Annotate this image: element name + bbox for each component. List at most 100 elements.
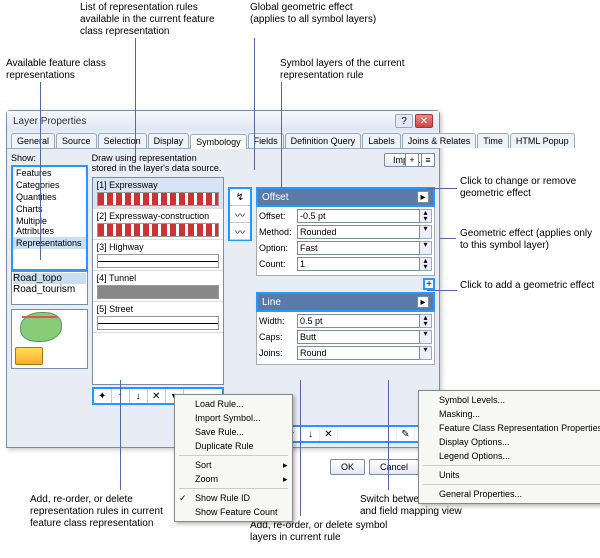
dropdown-icon[interactable]: ▾ (420, 241, 432, 255)
rule-item[interactable]: [3] Highway (93, 240, 223, 271)
list-item[interactable]: Categories (13, 179, 86, 191)
menu-item[interactable]: Save Rule... (175, 425, 292, 439)
add-icon[interactable]: + (405, 153, 419, 167)
menu-item[interactable]: Show Rule ID (175, 491, 292, 505)
dialog-buttons: OK Cancel (330, 459, 419, 475)
menu-item[interactable]: Legend Options... (419, 449, 600, 463)
annotation: List of representation rules available i… (80, 2, 220, 38)
list-item[interactable]: Road_tourism (13, 284, 86, 295)
tab-general[interactable]: General (11, 133, 55, 148)
menu-item[interactable]: Zoom (175, 472, 292, 486)
caps-select[interactable] (297, 330, 420, 344)
preview-db-icon (15, 347, 43, 365)
spinner[interactable]: ▴▾ (420, 257, 432, 271)
list-item[interactable]: Features (13, 167, 86, 179)
rule-item[interactable]: [5] Street (93, 302, 223, 333)
symbol-layer-list[interactable]: ↯ 〰 〰 (228, 187, 252, 241)
rule-context-menu: Load Rule... Import Symbol... Save Rule.… (174, 394, 293, 522)
line-header-label: Line (262, 297, 281, 308)
tab-symbology[interactable]: Symbology (190, 134, 247, 149)
list-item[interactable]: Charts (13, 203, 86, 215)
layer-context-menu: Symbol Levels... Masking... Feature Clas… (418, 390, 600, 504)
cancel-button[interactable]: Cancel (369, 459, 419, 475)
menu-item[interactable]: Sort (175, 458, 292, 472)
menu-item[interactable]: Masking... (419, 407, 600, 421)
preview-line (22, 316, 58, 318)
ok-button[interactable]: OK (330, 459, 365, 475)
tab-source[interactable]: Source (56, 133, 97, 148)
titlebar[interactable]: Layer Properties ? ✕ (7, 111, 439, 131)
menu-item[interactable]: Symbol Levels... (419, 393, 600, 407)
description-text: Draw using representation stored in the … (92, 153, 224, 173)
option-select[interactable] (297, 241, 420, 255)
field-label: Count: (259, 259, 297, 269)
field-label: Option: (259, 243, 297, 253)
rule-label: [5] Street (97, 304, 219, 314)
rule-label: [4] Tunnel (97, 273, 219, 283)
menu-item[interactable]: Feature Class Representation Properties.… (419, 421, 600, 435)
menu-separator (179, 455, 288, 456)
tab-display[interactable]: Display (148, 133, 190, 148)
menu-item[interactable]: Load Rule... (175, 397, 292, 411)
field-label: Offset: (259, 211, 297, 221)
method-select[interactable] (297, 225, 420, 239)
rule-label: [2] Expressway-construction (97, 211, 219, 221)
symbol-layer-1[interactable]: 〰 (230, 206, 250, 223)
list-item[interactable]: Representations (13, 237, 86, 249)
menu-item[interactable]: Import Symbol... (175, 411, 292, 425)
list-item[interactable]: Road_topo (13, 273, 86, 284)
close-button[interactable]: ✕ (415, 114, 433, 128)
annotation: Geometric effect (applies only to this s… (460, 228, 600, 252)
move-down-button[interactable]: ↓ (130, 389, 148, 403)
rule-item[interactable]: [2] Expressway-construction (93, 209, 223, 240)
menu-separator (179, 488, 288, 489)
menu-item[interactable]: Show Feature Count (175, 505, 292, 519)
tab-labels[interactable]: Labels (362, 133, 401, 148)
joins-select[interactable] (297, 346, 420, 360)
add-rule-button[interactable]: ✦ (94, 389, 112, 403)
field-mapping-view-button[interactable]: ✎ (397, 427, 415, 441)
delete-rule-button[interactable]: ✕ (148, 389, 166, 403)
global-effect-button[interactable]: ↯ (230, 189, 250, 206)
list-item[interactable]: Multiple Attributes (13, 215, 86, 237)
delete-layer-button[interactable]: ✕ (320, 427, 338, 441)
fx-icon[interactable]: ≡ (421, 153, 435, 167)
tab-joins-relates[interactable]: Joins & Relates (402, 133, 477, 148)
change-effect-button[interactable]: ▸ (417, 191, 429, 203)
dropdown-icon[interactable]: ▾ (420, 330, 432, 344)
count-input[interactable] (297, 257, 420, 271)
rule-item[interactable]: [4] Tunnel (93, 271, 223, 302)
representation-list[interactable]: Road_topo Road_tourism (11, 271, 88, 305)
menu-item[interactable]: Display Options... (419, 435, 600, 449)
dropdown-icon[interactable]: ▾ (420, 346, 432, 360)
change-effect-button[interactable]: ▸ (417, 296, 429, 308)
offset-header[interactable]: Offset ▸ (256, 187, 435, 207)
menu-item[interactable]: Duplicate Rule (175, 439, 292, 453)
spinner[interactable]: ▴▾ (420, 209, 432, 223)
rule-label: [3] Highway (97, 242, 219, 252)
spinner[interactable]: ▴▾ (420, 314, 432, 328)
menu-item[interactable]: Units (419, 468, 600, 482)
rule-list[interactable]: [1] Expressway [2] Expressway-constructi… (92, 177, 224, 385)
symbol-layer-2[interactable]: 〰 (230, 223, 250, 240)
offset-input[interactable] (297, 209, 420, 223)
tab-definition-query[interactable]: Definition Query (285, 133, 362, 148)
offset-header-label: Offset (262, 192, 289, 203)
tab-bar: General Source Selection Display Symbolo… (7, 131, 439, 149)
show-list[interactable]: Features Categories Quantities Charts Mu… (11, 165, 88, 271)
tab-selection[interactable]: Selection (98, 133, 147, 148)
move-layer-down-button[interactable]: ↓ (302, 427, 320, 441)
add-geometric-effect-button[interactable]: + (423, 278, 435, 290)
line-header[interactable]: Line ▸ (256, 292, 435, 312)
menu-item[interactable]: General Properties... (419, 487, 600, 501)
tab-time[interactable]: Time (477, 133, 509, 148)
annotation: Symbol layers of the current representat… (280, 58, 420, 82)
rule-swatch (97, 254, 219, 268)
rule-item[interactable]: [1] Expressway (93, 178, 223, 209)
rule-swatch (97, 316, 219, 330)
tab-html-popup[interactable]: HTML Popup (510, 133, 575, 148)
dropdown-icon[interactable]: ▾ (420, 225, 432, 239)
width-input[interactable] (297, 314, 420, 328)
list-item[interactable]: Quantities (13, 191, 86, 203)
help-button[interactable]: ? (395, 114, 413, 128)
